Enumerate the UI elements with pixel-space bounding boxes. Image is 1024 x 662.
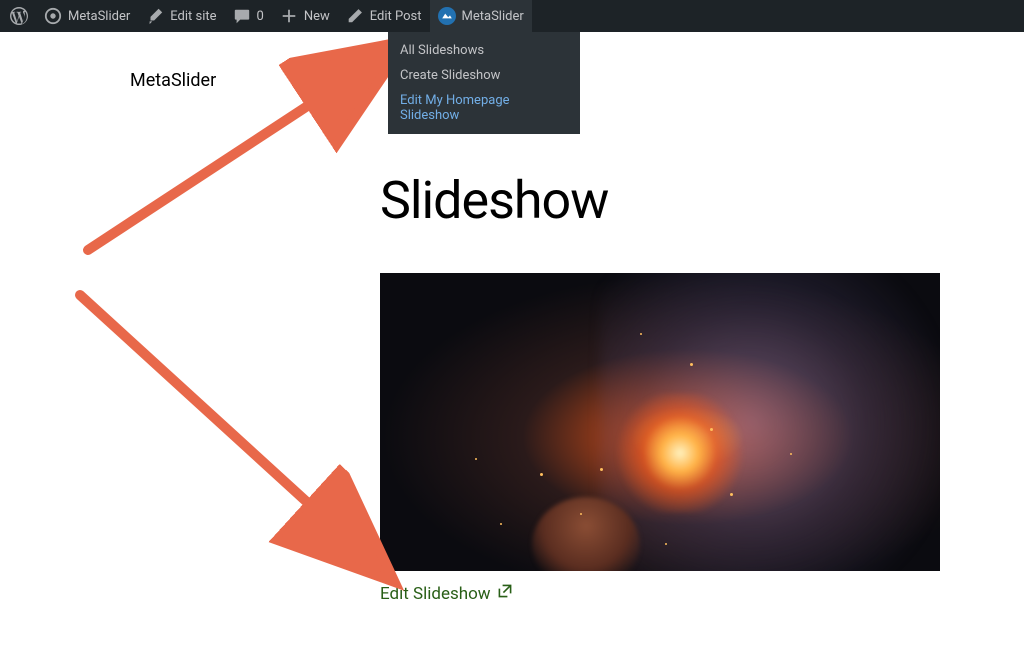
edit-site-item[interactable]: Edit site — [138, 0, 224, 32]
dropdown-edit-homepage-slideshow[interactable]: Edit My Homepage Slideshow — [388, 88, 580, 128]
slideshow-preview-image — [380, 273, 940, 571]
comments-item[interactable]: 0 — [225, 0, 272, 32]
edit-slideshow-label: Edit Slideshow — [380, 584, 491, 604]
metaslider-icon — [438, 7, 456, 25]
edit-post-item[interactable]: Edit Post — [338, 0, 430, 32]
edit-slideshow-link[interactable]: Edit Slideshow — [380, 583, 513, 604]
comment-icon — [233, 7, 251, 25]
wp-logo[interactable] — [2, 0, 36, 32]
metaslider-label: MetaSlider — [462, 9, 524, 24]
content-title: Slideshow — [380, 170, 940, 231]
dropdown-all-slideshows[interactable]: All Slideshows — [388, 38, 580, 63]
site-name-label: MetaSlider — [68, 9, 130, 24]
plus-icon — [280, 7, 298, 25]
dropdown-create-slideshow[interactable]: Create Slideshow — [388, 63, 580, 88]
wordpress-icon — [10, 7, 28, 25]
edit-post-label: Edit Post — [370, 9, 422, 24]
pencil-icon — [346, 7, 364, 25]
external-link-icon — [497, 583, 513, 604]
metaslider-dropdown: All Slideshows Create Slideshow Edit My … — [388, 32, 580, 134]
comment-count: 0 — [257, 9, 264, 24]
brush-icon — [146, 7, 164, 25]
site-name-item[interactable]: MetaSlider — [36, 0, 138, 32]
wp-admin-bar: MetaSlider Edit site 0 New Edit Post Met… — [0, 0, 1024, 32]
page-label: MetaSlider — [130, 70, 216, 91]
new-label: New — [304, 9, 330, 24]
metaslider-menu-item[interactable]: MetaSlider — [430, 0, 532, 32]
edit-site-label: Edit site — [170, 9, 216, 24]
new-content-item[interactable]: New — [272, 0, 338, 32]
dashboard-icon — [44, 7, 62, 25]
page-content: Slideshow Edit Slideshow — [380, 170, 940, 604]
